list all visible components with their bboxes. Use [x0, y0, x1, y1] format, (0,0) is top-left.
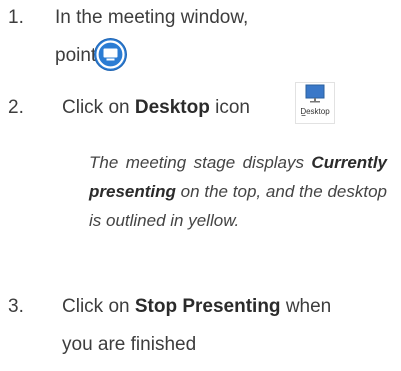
step-text: Click on Desktop icon [62, 97, 250, 118]
desktop-label: Desktop [134, 97, 210, 118]
desktop-button[interactable]: Desktop [295, 82, 335, 124]
step-number: 3. [8, 296, 24, 317]
step-text: Click on Stop Presenting when [62, 296, 332, 317]
present-screen-icon[interactable] [95, 39, 126, 70]
step-number: 1. [8, 7, 24, 28]
desktop-icon-label: Desktop [300, 107, 330, 116]
step-text: In the meeting window, [55, 7, 249, 28]
stop-presenting-label: Stop Presenting [134, 296, 281, 317]
step-number: 2. [8, 97, 24, 118]
desktop-icon: Desktop [295, 82, 335, 124]
step-text-cont: you are finished [62, 334, 197, 355]
note-text: The meeting stage displays Currently pre… [89, 153, 387, 230]
